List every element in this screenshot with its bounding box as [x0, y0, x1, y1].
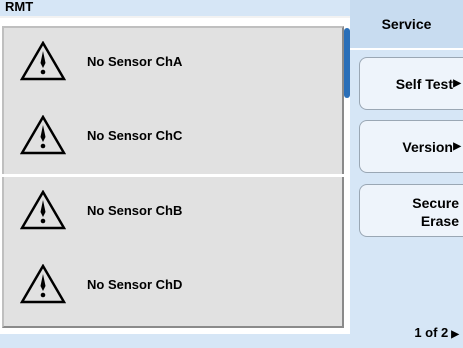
- channel-message: No Sensor ChD: [87, 277, 183, 292]
- warning-triangle-icon: [20, 41, 66, 81]
- menu-title: Service: [350, 0, 463, 50]
- secure-erase-softkey[interactable]: Secure Erase: [359, 184, 463, 237]
- channel-row-c: No Sensor ChC: [4, 102, 342, 176]
- softkey-panel: Service Self Test ▶ Version ▶ Secure Era…: [350, 0, 463, 348]
- bottom-status-bar: [0, 331, 350, 348]
- channel-message: No Sensor ChC: [87, 128, 183, 143]
- status-bar: RMT: [0, 0, 350, 18]
- measurement-window-upper[interactable]: No Sensor ChA No Sensor ChC: [2, 26, 344, 174]
- channel-row-a: No Sensor ChA: [4, 28, 342, 102]
- channel-message: No Sensor ChA: [87, 54, 183, 69]
- measurement-window-lower[interactable]: No Sensor ChB No Sensor ChD: [2, 177, 344, 328]
- submenu-arrow-icon: ▶: [453, 140, 461, 152]
- version-label: Version: [402, 138, 453, 155]
- warning-triangle-icon: [20, 115, 66, 155]
- self-test-softkey[interactable]: Self Test ▶: [359, 57, 463, 110]
- measurement-area: RMT No Sensor ChA No Sensor ChC No Senso…: [0, 0, 350, 348]
- submenu-arrow-icon: ▶: [453, 77, 461, 89]
- instrument-screen: RMT No Sensor ChA No Sensor ChC No Senso…: [0, 0, 463, 348]
- secure-erase-label: Secure Erase: [412, 194, 459, 230]
- remote-indicator: RMT: [5, 0, 34, 14]
- next-page-arrow-icon: ▶: [451, 329, 459, 340]
- warning-triangle-icon: [20, 264, 66, 304]
- secure-erase-line2: Erase: [420, 213, 459, 229]
- version-softkey[interactable]: Version ▶: [359, 120, 463, 173]
- page-indicator[interactable]: 1 of 2 ▶: [414, 325, 459, 340]
- channel-message: No Sensor ChB: [87, 203, 183, 218]
- secure-erase-line1: Secure: [412, 195, 459, 211]
- page-number: 1 of 2: [414, 325, 449, 340]
- channel-row-b: No Sensor ChB: [4, 177, 342, 251]
- warning-triangle-icon: [20, 190, 66, 230]
- self-test-label: Self Test: [395, 75, 453, 92]
- channel-row-d: No Sensor ChD: [4, 251, 342, 325]
